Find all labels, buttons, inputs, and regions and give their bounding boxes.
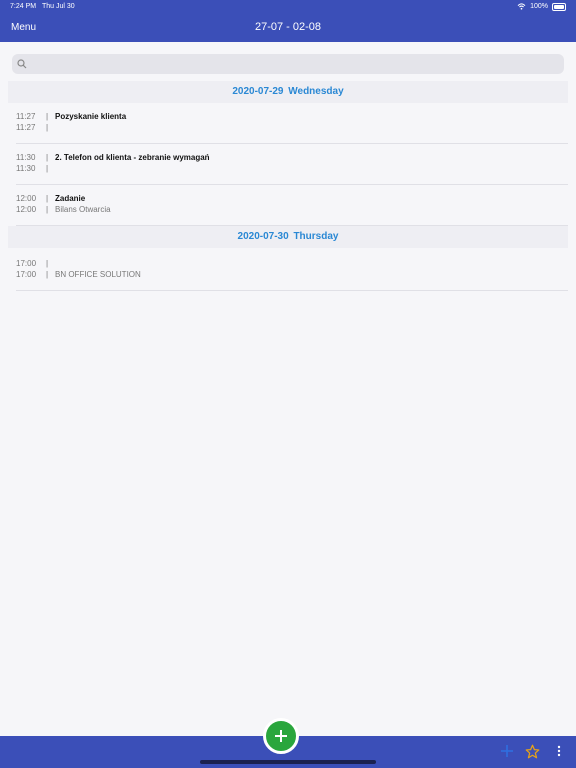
status-time: 7:24 PM (10, 3, 37, 10)
entry-separator: | (46, 259, 49, 268)
search-icon (17, 59, 27, 69)
top-navigation-bar: 7:24 PM Thu Jul 30 100% Menu 27-07 - 02-… (0, 0, 576, 42)
entry-title: Pozyskanie klienta (55, 112, 127, 121)
entry-start-time: 11:30 (16, 153, 36, 162)
search-bar[interactable] (12, 54, 564, 74)
day-header: 2020-07-30 Thursday (8, 226, 568, 248)
entry-end-time: 17:00 (16, 270, 37, 279)
home-indicator (200, 760, 376, 764)
entry-separator: | (46, 205, 49, 214)
agenda-list: 2020-07-29 Wednesday 11:27 | Pozyskanie … (8, 81, 568, 291)
list-item[interactable]: 11:30 | 2. Telefon od klienta - zebranie… (16, 144, 568, 185)
star-icon[interactable] (525, 744, 540, 759)
entry-separator: | (46, 270, 49, 279)
entry-start-time: 12:00 (16, 194, 37, 203)
battery-percent: 100% (530, 3, 548, 10)
entry-title: Zadanie (55, 194, 86, 203)
list-item[interactable]: 12:00 | Zadanie 12:00 | Bilans Otwarcia (16, 185, 568, 226)
battery-icon (552, 2, 566, 11)
search-input[interactable] (34, 54, 554, 74)
entry-end-time: 12:00 (16, 205, 37, 214)
plus-icon (275, 730, 287, 742)
entry-start-time: 17:00 (16, 259, 37, 268)
add-icon[interactable] (500, 744, 514, 758)
status-date: Thu Jul 30 (42, 3, 75, 10)
list-item[interactable]: 17:00 | 17:00 | BN OFFICE SOLUTION (16, 248, 568, 291)
page-title: 27-07 - 02-08 (254, 21, 322, 33)
list-item[interactable]: 11:27 | Pozyskanie klienta 11:27 | (16, 103, 568, 144)
entry-end-time: 11:30 (16, 164, 36, 173)
entry-subtitle: BN OFFICE SOLUTION (55, 270, 141, 279)
entry-separator: | (46, 112, 49, 121)
status-right: 100% (517, 0, 566, 13)
entry-start-time: 11:27 (16, 112, 36, 121)
entry-separator: | (46, 153, 49, 162)
entry-end-time: 11:27 (16, 123, 36, 132)
more-vertical-icon[interactable] (555, 744, 563, 758)
entry-separator: | (46, 164, 49, 173)
wifi-icon (517, 3, 526, 10)
entry-separator: | (46, 194, 49, 203)
entry-subtitle: Bilans Otwarcia (55, 205, 111, 214)
day-header: 2020-07-29 Wednesday (8, 81, 568, 103)
status-bar: 7:24 PM Thu Jul 30 100% (0, 0, 576, 13)
entry-title: 2. Telefon od klienta - zebranie wymagań (55, 153, 210, 162)
add-event-button[interactable] (263, 718, 299, 754)
entry-separator: | (46, 123, 49, 132)
